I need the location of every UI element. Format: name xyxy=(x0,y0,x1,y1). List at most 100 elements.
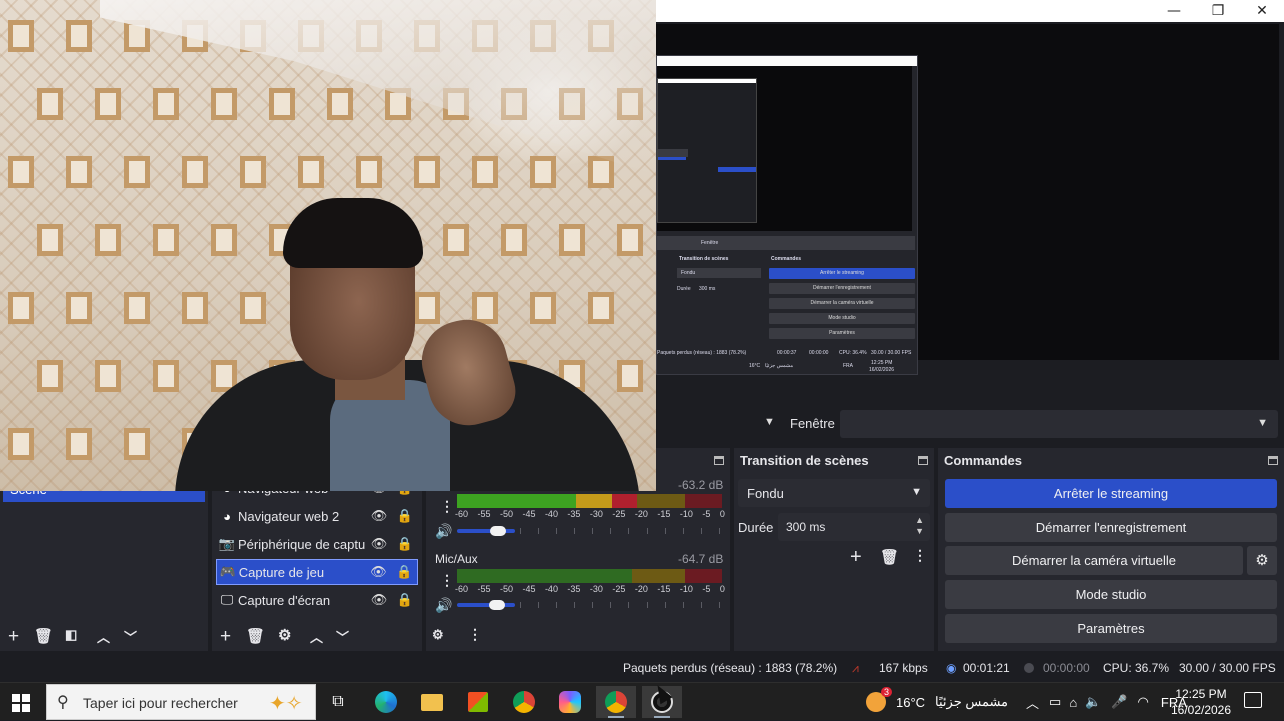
scale-tick-label: -15 xyxy=(657,509,671,519)
wallpaper-tile xyxy=(269,88,295,120)
record-icon xyxy=(1024,661,1034,675)
popout-icon[interactable] xyxy=(714,456,724,465)
scale-tick-label: -20 xyxy=(634,509,648,519)
filter-icon[interactable]: ◧ xyxy=(65,627,77,643)
sparkle-icon: ✦✧ xyxy=(269,693,303,715)
arrow-up-icon[interactable]: ︿ xyxy=(97,627,110,646)
eye-icon[interactable]: 👁 xyxy=(366,536,392,552)
scale-tick-label: 0 xyxy=(719,584,725,594)
source-item[interactable]: ◕ Navigateur web 2 👁 🔒 xyxy=(216,503,418,529)
folder-icon[interactable] xyxy=(412,686,452,718)
chrome-window-icon[interactable] xyxy=(596,686,636,718)
restore-button[interactable]: ❐ xyxy=(1196,0,1240,22)
wallpaper-tile xyxy=(153,224,179,256)
speaker-icon[interactable]: 🔊 xyxy=(435,597,452,614)
windows-start-icon[interactable] xyxy=(12,694,30,712)
studio-mode-button[interactable]: Mode studio xyxy=(945,580,1277,609)
lock-icon[interactable]: 🔒 xyxy=(392,592,418,608)
start-recording-button[interactable]: Démarrer l'enregistrement xyxy=(945,513,1277,542)
scale-tick-label: -10 xyxy=(679,584,693,594)
speaker-icon[interactable]: 🔊 xyxy=(435,523,452,540)
lock-icon[interactable]: 🔒 xyxy=(391,564,417,580)
gear-icon[interactable]: ⚙ xyxy=(1247,546,1277,575)
volume-slider[interactable] xyxy=(457,603,515,607)
trash-icon[interactable]: 🗑 xyxy=(880,548,899,566)
scale-tick-label: -30 xyxy=(589,509,603,519)
task-view-icon[interactable]: ⧉ xyxy=(318,686,358,718)
volume-slider-thumb[interactable] xyxy=(489,600,505,610)
arrow-down-icon[interactable]: ﹀ xyxy=(124,627,137,646)
edge-icon[interactable] xyxy=(366,686,406,718)
weather-text: مشمس جزئيًا xyxy=(935,694,1009,709)
volume-icon[interactable]: 🔈 xyxy=(1085,694,1101,710)
add-scene-button[interactable]: + xyxy=(8,626,19,648)
transition-type-select[interactable]: Fondu ▼ xyxy=(738,479,930,507)
duration-label: Durée xyxy=(738,520,774,535)
scale-tick-label: -15 xyxy=(657,584,671,594)
transition-type-value: Fondu xyxy=(747,486,784,501)
wallpaper-tile xyxy=(211,224,237,256)
eye-icon[interactable]: 👁 xyxy=(366,564,392,580)
taskbar-clock[interactable]: 12:25 PM 16/02/2026 xyxy=(1168,686,1234,718)
wifi-icon[interactable]: ◠ xyxy=(1138,694,1149,710)
popout-icon[interactable] xyxy=(1268,456,1278,465)
scale-tick-label: -45 xyxy=(522,584,536,594)
add-source-button[interactable]: + xyxy=(220,626,231,648)
copilot-icon[interactable] xyxy=(550,686,590,718)
notification-icon[interactable] xyxy=(1244,692,1262,708)
chevron-up-icon[interactable]: ︿ xyxy=(1026,693,1039,712)
wallpaper-tile xyxy=(501,224,527,256)
duration-input[interactable]: 300 ms ▲ ▼ xyxy=(778,513,930,541)
advanced-audio-icon[interactable]: ⚙ xyxy=(432,627,444,643)
gear-icon[interactable]: ⚙ xyxy=(278,626,291,644)
window-select[interactable]: ▼ xyxy=(840,410,1278,438)
battery-icon[interactable]: ▭ xyxy=(1049,694,1061,710)
volume-slider[interactable] xyxy=(457,529,515,533)
lock-icon[interactable]: 🔒 xyxy=(392,536,418,552)
minimize-button[interactable]: — xyxy=(1152,0,1196,22)
arrow-down-icon[interactable]: ﹀ xyxy=(336,627,349,646)
more-options-icon[interactable]: ⋮ xyxy=(468,626,482,643)
taskbar-search[interactable]: ⚲ Taper ici pour rechercher ✦✧ xyxy=(46,684,316,720)
weather-widget[interactable]: 3 16°C مشمس جزئيًا xyxy=(866,683,1008,721)
source-item[interactable]: 🖵 Capture d'écran 👁 🔒 xyxy=(216,587,418,613)
close-button[interactable]: ✕ xyxy=(1240,0,1284,22)
volume-slider-thumb[interactable] xyxy=(490,526,506,536)
trash-icon[interactable]: 🗑 xyxy=(34,627,53,645)
channel-name: Mic/Aux xyxy=(435,552,478,566)
weather-temp: 16°C xyxy=(896,694,926,710)
lock-icon[interactable]: 🔒 xyxy=(392,508,418,524)
wallpaper-tile xyxy=(182,156,208,188)
microphone-icon[interactable]: 🎤 xyxy=(1111,694,1127,710)
source-name: Navigateur web 2 xyxy=(238,508,340,524)
more-options-icon[interactable]: ⋮ xyxy=(440,572,454,589)
trash-icon[interactable]: 🗑 xyxy=(246,627,265,645)
add-transition-button[interactable]: + xyxy=(850,546,862,569)
source-item[interactable]: 📷 Périphérique de captu 👁 🔒 xyxy=(216,531,418,557)
chrome-icon[interactable] xyxy=(504,686,544,718)
start-virtual-camera-button[interactable]: Démarrer la caméra virtuelle xyxy=(945,546,1243,575)
search-icon: ⚲ xyxy=(57,694,69,711)
wallpaper-tile xyxy=(414,156,440,188)
scale-tick-label: -5 xyxy=(702,584,711,594)
more-options-icon[interactable]: ⋮ xyxy=(440,498,454,515)
popout-icon[interactable] xyxy=(918,456,928,465)
volume-ticks xyxy=(520,528,720,534)
spinner-arrows-icon[interactable]: ▲ ▼ xyxy=(915,515,924,537)
eye-icon[interactable]: 👁 xyxy=(366,592,392,608)
source-item[interactable]: 🎮 Capture de jeu 👁 🔒 xyxy=(216,559,418,585)
settings-button[interactable]: Paramètres xyxy=(945,614,1277,643)
usb-icon[interactable]: ⌂ xyxy=(1069,695,1077,710)
stop-streaming-button[interactable]: Arrêter le streaming xyxy=(945,479,1277,508)
wallpaper-tile xyxy=(530,156,556,188)
chevron-down-icon: ▼ xyxy=(911,486,922,498)
chevron-down-icon[interactable]: ▼ xyxy=(764,416,775,428)
wallpaper-tile xyxy=(66,428,92,460)
eye-icon[interactable]: 👁 xyxy=(366,508,392,524)
wallpaper-tile xyxy=(588,156,614,188)
live-icon: ◉ xyxy=(946,661,957,675)
scale-tick-label: -25 xyxy=(612,584,626,594)
store-icon[interactable] xyxy=(458,686,498,718)
more-options-icon[interactable]: ⋮ xyxy=(913,547,927,564)
arrow-up-icon[interactable]: ︿ xyxy=(310,627,323,646)
